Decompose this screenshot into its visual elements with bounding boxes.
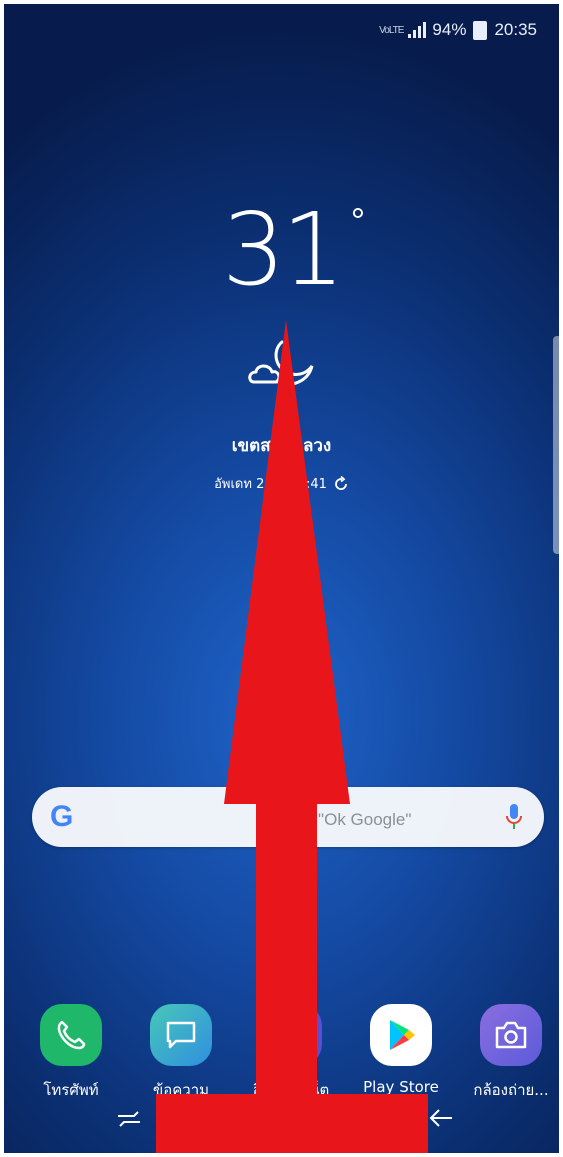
home-screen: VoLTE 94% 20:35 31 ° เขตสวนหลวง อัพเดท 2…: [4, 4, 559, 1153]
swipe-up-arrow-annotation: [156, 320, 428, 1153]
